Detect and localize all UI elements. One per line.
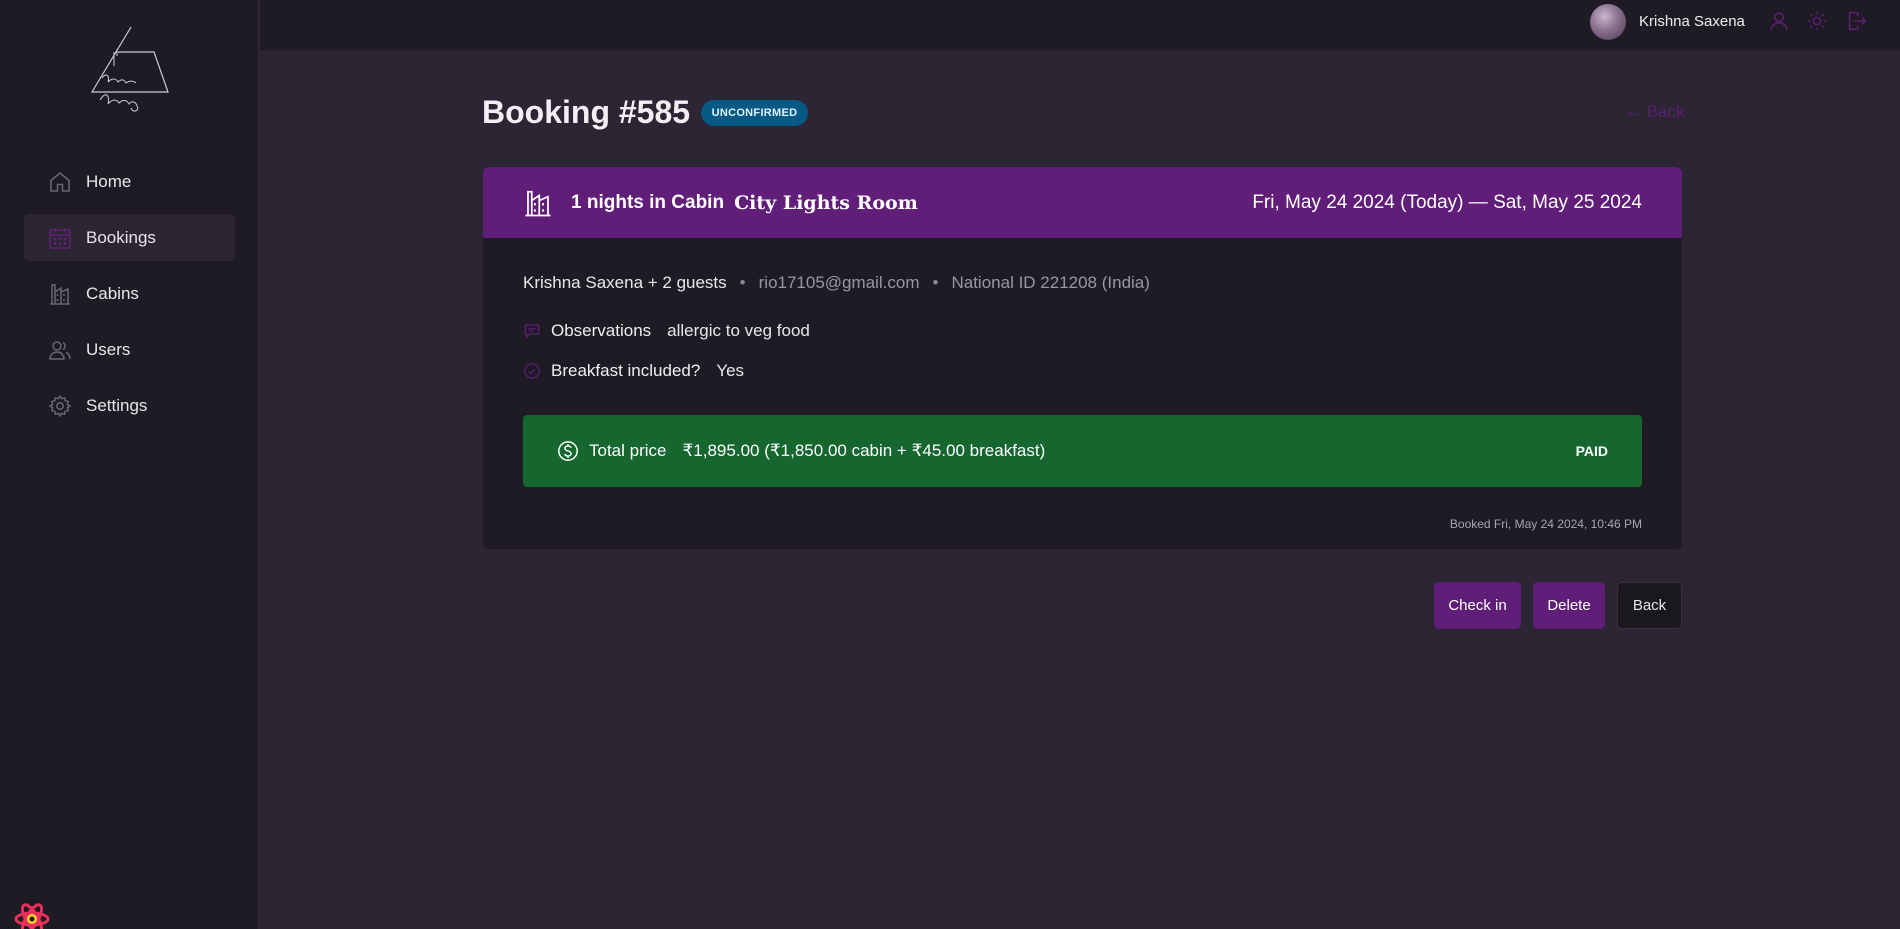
observations-row: Observations allergic to veg food bbox=[523, 321, 810, 341]
booking-card-header: 1 nights in Cabin City Lights Room Fri, … bbox=[483, 167, 1682, 238]
nights-text: 1 nights in Cabin bbox=[571, 191, 725, 213]
dollar-circle-icon bbox=[558, 441, 578, 461]
sidebar-item-bookings[interactable]: Bookings bbox=[24, 214, 235, 261]
calendar-icon bbox=[49, 227, 71, 249]
sidebar-item-label: Users bbox=[86, 339, 131, 359]
user-icon[interactable] bbox=[1768, 10, 1790, 32]
sidebar-item-label: Home bbox=[86, 171, 132, 191]
cabin-name: City Lights Room bbox=[734, 191, 918, 214]
separator-dot: • bbox=[932, 273, 939, 292]
sidebar-item-settings[interactable]: Settings bbox=[24, 382, 235, 429]
buildings-icon bbox=[525, 190, 551, 216]
users-icon bbox=[49, 340, 71, 360]
back-button[interactable]: Back bbox=[1617, 582, 1682, 629]
breakfast-value: Yes bbox=[716, 361, 745, 380]
check-circle-icon bbox=[524, 363, 540, 379]
user-name: Krishna Saxena bbox=[1639, 13, 1745, 30]
check-in-button[interactable]: Check in bbox=[1434, 582, 1521, 629]
price-box: Total price ₹1,895.00 (₹1,850.00 cabin +… bbox=[523, 415, 1642, 487]
guest-email: rio17105@gmail.com bbox=[758, 273, 920, 292]
chat-bubble-icon bbox=[524, 324, 540, 339]
price-label: Total price bbox=[589, 441, 667, 460]
back-link[interactable]: ← Back bbox=[1625, 102, 1685, 122]
home-away-logo[interactable] bbox=[88, 24, 174, 114]
home-icon bbox=[50, 171, 70, 192]
breakfast-label: Breakfast included? bbox=[551, 361, 701, 380]
national-id: National ID 221208 (India) bbox=[951, 273, 1150, 292]
sidebar-item-users[interactable]: Users bbox=[24, 326, 235, 373]
sidebar-item-label: Cabins bbox=[86, 283, 139, 303]
price-value: ₹1,895.00 (₹1,850.00 cabin + ₹45.00 brea… bbox=[682, 441, 1046, 460]
paid-status: PAID bbox=[1575, 443, 1608, 459]
top-header: Krishna Saxena bbox=[260, 0, 1900, 51]
observations-value: allergic to veg food bbox=[667, 321, 810, 340]
guest-line: Krishna Saxena + 2 guests • rio17105@gma… bbox=[523, 273, 1150, 293]
sidebar: Home Bookings Cabins Users Settings bbox=[0, 0, 259, 929]
booked-timestamp: Booked Fri, May 24 2024, 10:46 PM bbox=[1449, 517, 1642, 531]
sidebar-item-label: Settings bbox=[86, 395, 148, 415]
guest-name: Krishna Saxena + 2 guests bbox=[523, 273, 727, 292]
booking-card: 1 nights in Cabin City Lights Room Fri, … bbox=[483, 167, 1682, 549]
observations-label: Observations bbox=[551, 321, 652, 340]
logout-icon[interactable] bbox=[1845, 10, 1867, 32]
separator-dot: • bbox=[739, 273, 746, 292]
booking-dates: Fri, May 24 2024 (Today) — Sat, May 25 2… bbox=[1252, 191, 1642, 213]
status-badge: unconfirmed bbox=[701, 100, 808, 126]
sidebar-item-home[interactable]: Home bbox=[24, 158, 235, 205]
breakfast-row: Breakfast included? Yes bbox=[523, 361, 744, 381]
avatar[interactable] bbox=[1590, 4, 1626, 40]
sidebar-item-label: Bookings bbox=[86, 227, 156, 247]
react-devtools-icon[interactable] bbox=[12, 900, 52, 929]
sidebar-item-cabins[interactable]: Cabins bbox=[24, 270, 235, 317]
gear-icon bbox=[48, 394, 72, 417]
buildings-icon bbox=[50, 283, 70, 305]
sun-icon[interactable] bbox=[1806, 10, 1828, 32]
sidebar-nav: Home Bookings Cabins Users Settings bbox=[24, 158, 235, 438]
page-title: Booking #585 bbox=[482, 94, 691, 130]
delete-button[interactable]: Delete bbox=[1533, 582, 1605, 629]
